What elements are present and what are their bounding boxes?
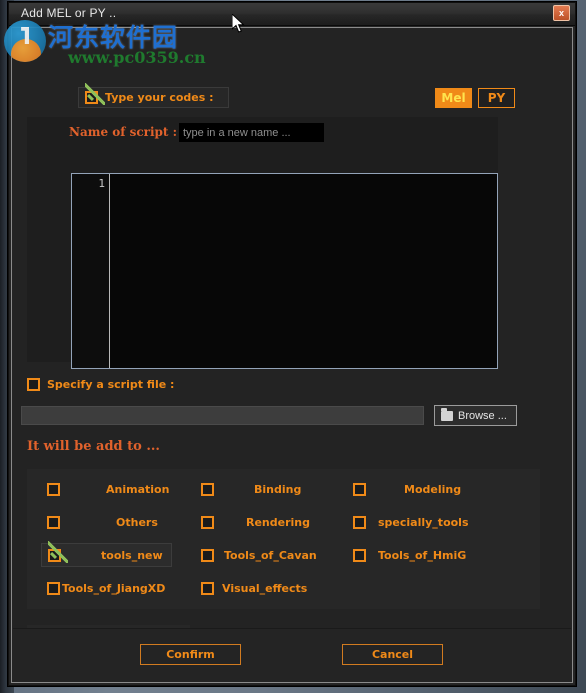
- category-panel: Animation Binding Modeling Others Rendering s…: [27, 469, 540, 609]
- line-number-gutter: 1: [72, 174, 110, 368]
- script-file-path-input[interactable]: [21, 406, 424, 425]
- script-name-label: Name of script :: [69, 125, 178, 139]
- category-checkbox-item[interactable]: Visual_effects: [195, 576, 315, 600]
- category-checkbox[interactable]: [47, 482, 60, 496]
- script-panel: Name of script : 1: [27, 117, 498, 369]
- category-checkbox-item[interactable]: Tools_of_Cavan: [195, 543, 325, 567]
- category-checkbox-item[interactable]: Animation: [41, 477, 177, 501]
- window-title: Add MEL or PY ..: [21, 6, 117, 20]
- category-checkbox-item[interactable]: tools_new: [41, 543, 172, 567]
- category-label: Tools_of_Cavan: [224, 548, 317, 562]
- dialog-client-inner: Type your codes : Mel PY Name of script …: [13, 29, 571, 681]
- specify-file-checkbox[interactable]: [27, 378, 40, 391]
- category-label: Tools_of_JiangXD: [62, 581, 166, 595]
- category-checkbox[interactable]: [47, 515, 60, 529]
- content-panel: Type your codes : Mel PY Name of script …: [21, 45, 551, 655]
- add-to-title: It will be add to ...: [27, 439, 160, 454]
- category-checkbox[interactable]: [48, 548, 61, 562]
- category-checkbox[interactable]: [201, 482, 214, 496]
- category-label: Modeling: [404, 482, 462, 496]
- category-checkbox-item[interactable]: Tools_of_HmiG: [347, 543, 474, 567]
- dialog-window: Add MEL or PY .. x Type your codes : Mel…: [8, 2, 576, 686]
- type-codes-label: Type your codes :: [105, 91, 214, 104]
- category-label: Animation: [106, 482, 170, 496]
- type-codes-checkbox-group[interactable]: Type your codes :: [78, 87, 229, 108]
- cancel-button[interactable]: Cancel: [342, 644, 443, 665]
- specify-file-label: Specify a script file :: [47, 378, 175, 391]
- specify-file-checkbox-group[interactable]: Specify a script file :: [27, 378, 174, 391]
- lang-mel-button[interactable]: Mel: [435, 88, 472, 108]
- browse-button-label: Browse ...: [458, 409, 507, 422]
- category-checkbox[interactable]: [353, 482, 366, 496]
- category-checkbox-item[interactable]: Tools_of_JiangXD: [41, 576, 173, 600]
- code-textarea[interactable]: [110, 174, 497, 368]
- category-label: Visual_effects: [222, 581, 308, 595]
- browse-button[interactable]: Browse ...: [434, 405, 517, 426]
- category-label: Others: [116, 515, 158, 529]
- close-icon[interactable]: x: [553, 5, 570, 21]
- title-bar[interactable]: Add MEL or PY .. x: [9, 3, 575, 26]
- category-checkbox-item[interactable]: specially_tools: [347, 510, 477, 534]
- category-label: Tools_of_HmiG: [378, 548, 467, 562]
- category-checkbox[interactable]: [47, 581, 60, 595]
- language-toggle: Mel PY: [435, 88, 515, 108]
- type-codes-row: Type your codes : Mel PY: [27, 87, 547, 113]
- script-name-input[interactable]: [179, 123, 324, 142]
- category-checkbox-item[interactable]: Rendering: [195, 510, 318, 534]
- category-checkbox[interactable]: [201, 548, 214, 562]
- lang-py-button[interactable]: PY: [478, 88, 515, 108]
- dialog-client-area: Type your codes : Mel PY Name of script …: [11, 27, 573, 683]
- category-label: specially_tools: [378, 515, 469, 529]
- code-editor[interactable]: 1: [71, 173, 498, 369]
- category-checkbox[interactable]: [201, 515, 214, 529]
- category-checkbox-item[interactable]: Others: [41, 510, 166, 534]
- category-checkbox-item[interactable]: Binding: [195, 477, 309, 501]
- category-label: Rendering: [246, 515, 310, 529]
- script-name-row: Name of script :: [27, 117, 498, 149]
- category-label: tools_new: [101, 548, 163, 562]
- folder-icon: [441, 407, 453, 421]
- category-checkbox[interactable]: [353, 515, 366, 529]
- category-label: Binding: [254, 482, 302, 496]
- category-checkbox-item[interactable]: Modeling: [347, 477, 469, 501]
- type-codes-checkbox[interactable]: [85, 91, 98, 104]
- category-checkbox[interactable]: [201, 581, 214, 595]
- category-checkbox[interactable]: [353, 548, 366, 562]
- button-bar: Confirm Cancel: [13, 628, 571, 681]
- confirm-button[interactable]: Confirm: [140, 644, 241, 665]
